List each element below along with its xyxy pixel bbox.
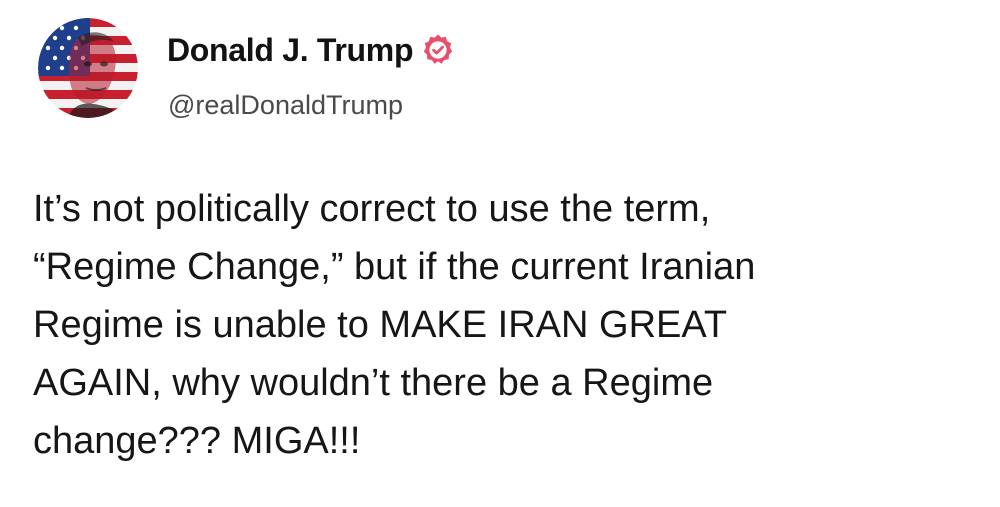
author-display-name[interactable]: Donald J. Trump (167, 32, 414, 69)
author-name-row: Donald J. Trump (167, 30, 455, 70)
author-handle[interactable]: @realDonaldTrump (168, 90, 403, 121)
flag-portrait-avatar-icon (38, 18, 138, 118)
post-body-text: It’s not politically correct to use the … (33, 188, 756, 462)
post-card: Donald J. Trump @realDonaldTrump It’s no… (0, 0, 1000, 507)
avatar[interactable] (38, 18, 138, 118)
verified-badge-icon (421, 33, 455, 67)
